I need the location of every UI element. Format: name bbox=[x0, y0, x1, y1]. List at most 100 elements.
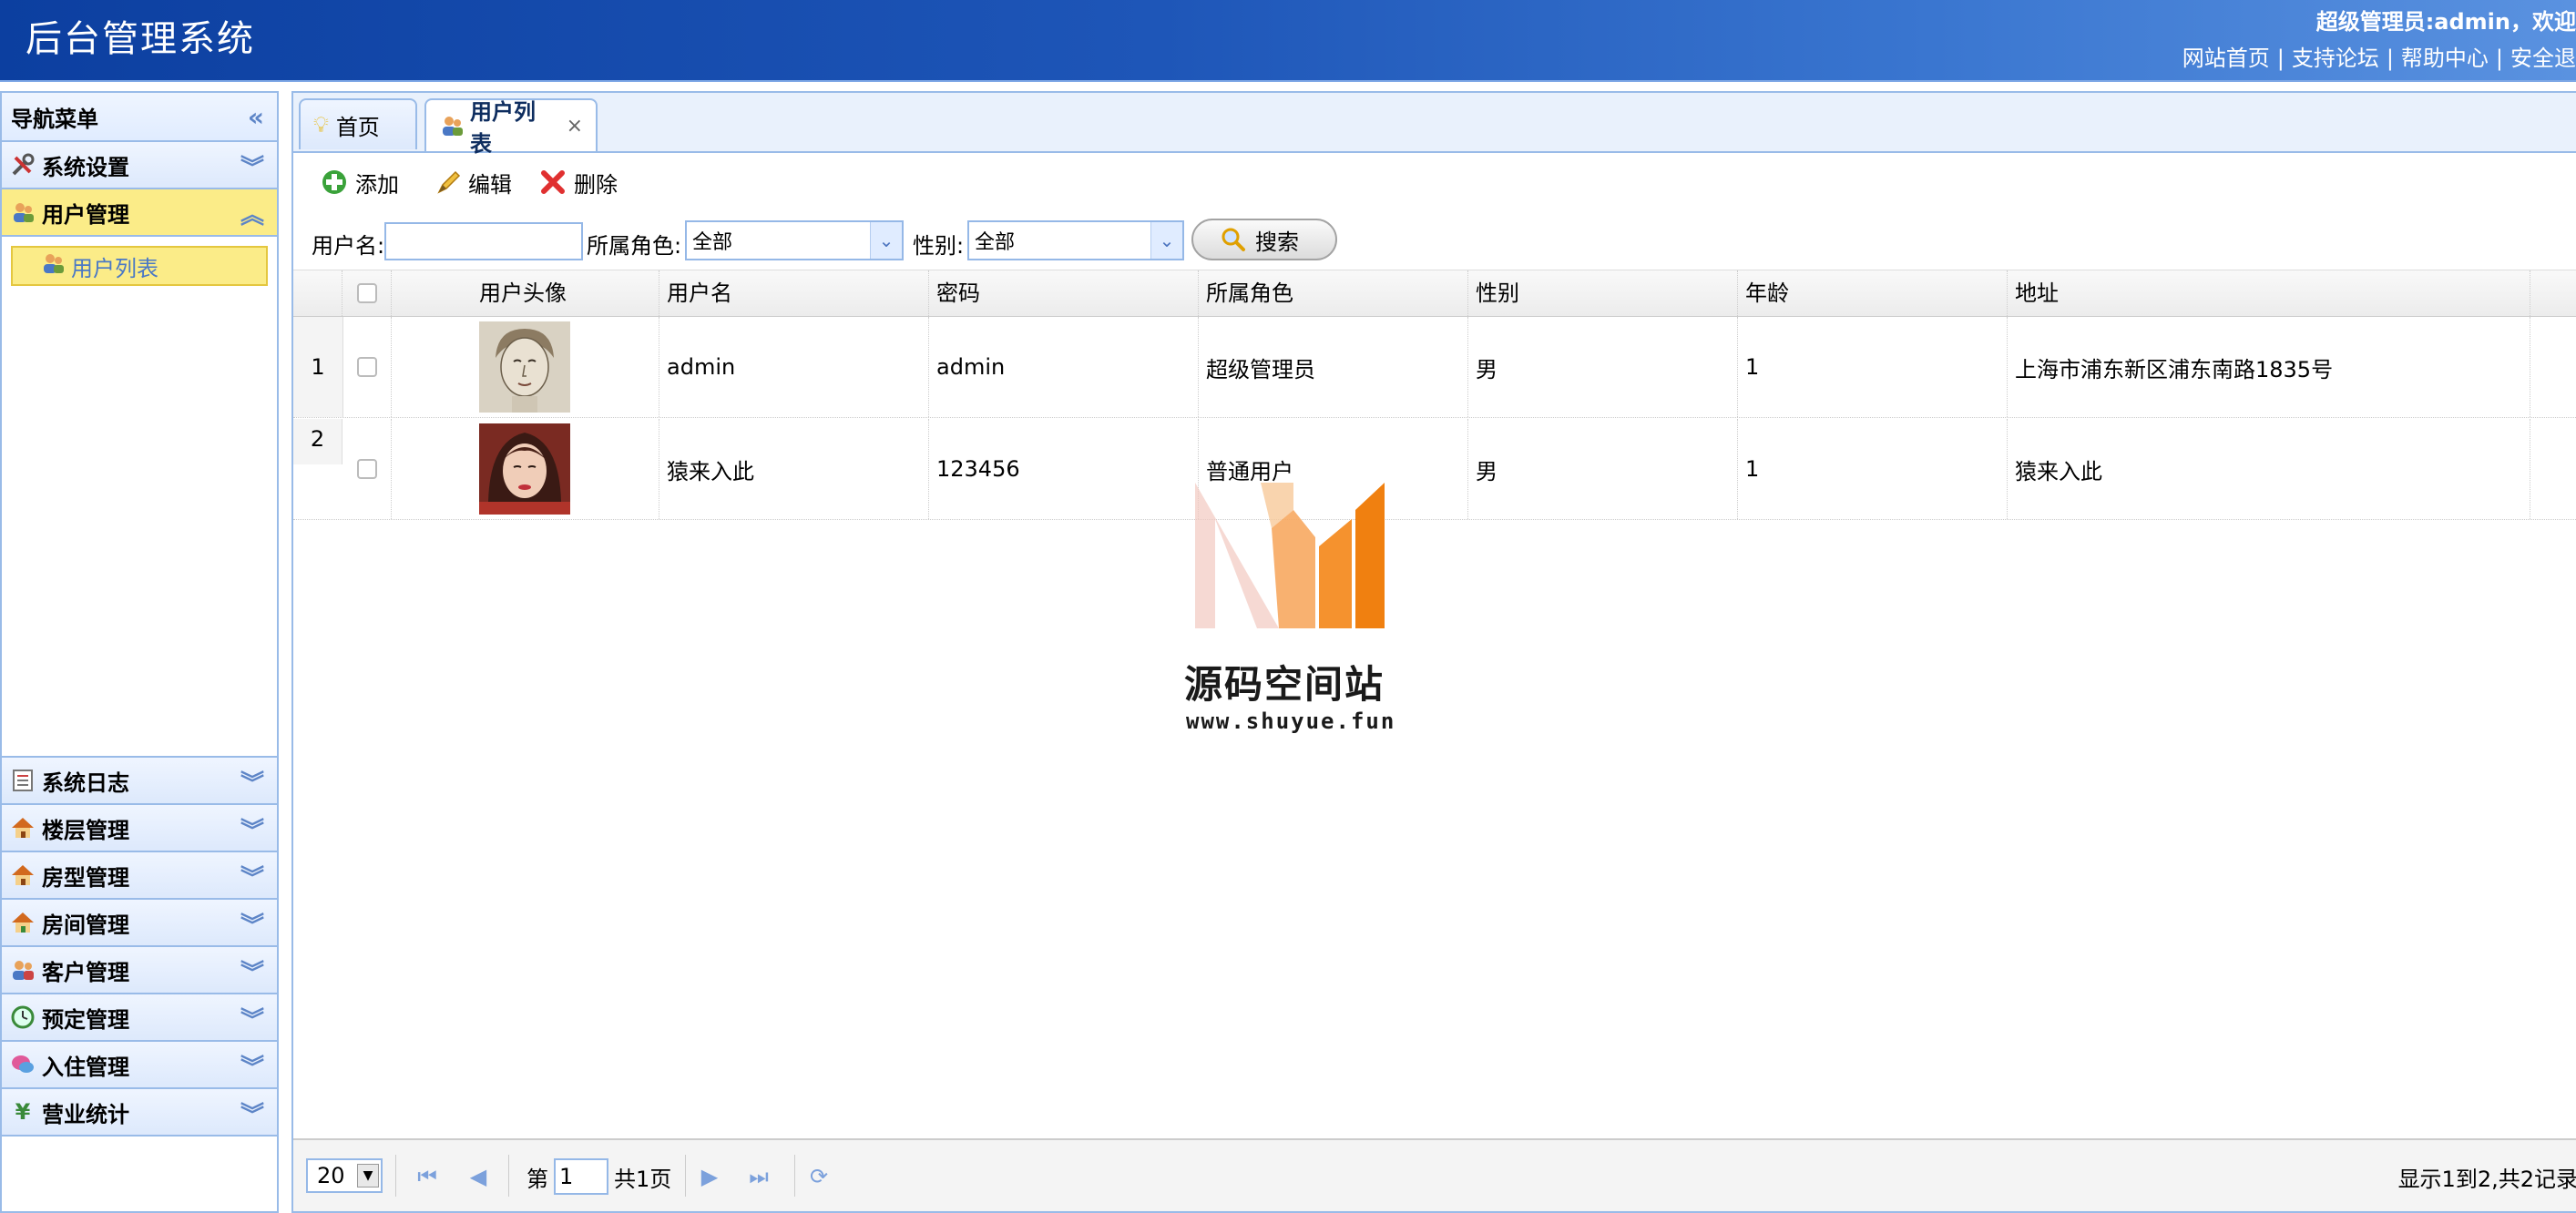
username-filter-input[interactable] bbox=[384, 222, 583, 260]
panel-label: 房型管理 bbox=[42, 864, 129, 891]
username-cell: admin bbox=[659, 317, 929, 417]
column-header-age[interactable]: 年龄 bbox=[1738, 270, 2008, 316]
link-support-forum[interactable]: 支持论坛 bbox=[2292, 46, 2379, 71]
username-filter-label: 用户名: bbox=[312, 233, 385, 259]
user-list-icon bbox=[439, 113, 465, 138]
first-page-icon[interactable]: ⏮︎ bbox=[412, 1158, 443, 1195]
gender-filter-value: 全部 bbox=[975, 231, 1016, 254]
tab-user-list[interactable]: 用户列表 × bbox=[424, 98, 598, 157]
address-cell: 上海市浦东新区浦东南路1835号 bbox=[2008, 317, 2530, 417]
chevron-down-icon: ︾ bbox=[240, 1007, 264, 1035]
search-filters: 用户名: 所属角色: 全部 ⌄ 性别: 全部 ⌄ 搜索 bbox=[293, 219, 2576, 264]
panel-revenue-stats[interactable]: ¥ 营业统计 ︾ bbox=[2, 1089, 277, 1137]
bulb-icon: 💡︎ bbox=[313, 112, 329, 138]
users-icon bbox=[9, 199, 36, 226]
column-header-avatar[interactable]: 用户头像 bbox=[392, 270, 659, 316]
pager-separator bbox=[508, 1155, 509, 1197]
clock-icon bbox=[9, 1004, 36, 1031]
sidebar-title: 导航菜单 bbox=[11, 106, 98, 132]
row-checkbox[interactable] bbox=[356, 357, 377, 377]
sidebar-item-user-list[interactable]: 用户列表 bbox=[11, 246, 268, 286]
address-cell: 猿来入此 bbox=[2008, 419, 2530, 519]
sidebar-header: 导航菜单 « bbox=[2, 93, 277, 142]
app-header: 后台管理系统 超级管理员:admin，欢迎 网站首页 | 支持论坛 | 帮助中心 | 安全退 bbox=[0, 0, 2576, 82]
avatar bbox=[479, 423, 570, 515]
chevron-down-icon: ︾ bbox=[240, 912, 264, 940]
select-all-checkbox[interactable] bbox=[356, 283, 377, 303]
add-icon bbox=[321, 168, 348, 196]
tab-bar: 💡︎ 首页 用户列表 × bbox=[293, 93, 2576, 157]
column-header-password[interactable]: 密码 bbox=[929, 270, 1199, 316]
last-page-icon[interactable]: ⏭︎ bbox=[743, 1158, 774, 1195]
panel-system-log[interactable]: 系统日志 ︾ bbox=[2, 758, 277, 805]
column-header-username[interactable]: 用户名 bbox=[659, 270, 929, 316]
table-row[interactable]: 1 admin admin 超级管理员 男 1 上海市浦东新区浦东南路1835号 bbox=[293, 317, 2576, 418]
page-number-input[interactable] bbox=[554, 1158, 608, 1195]
panel-room-type-management[interactable]: 房型管理 ︾ bbox=[2, 852, 277, 900]
row-checkbox[interactable] bbox=[356, 459, 377, 479]
link-site-home[interactable]: 网站首页 bbox=[2182, 46, 2270, 71]
chevron-down-icon: ⌄ bbox=[870, 222, 902, 259]
page-size-select[interactable]: 20 ▼ bbox=[306, 1158, 383, 1193]
page-prefix: 第 bbox=[526, 1166, 548, 1192]
password-cell: 123456 bbox=[929, 419, 1199, 519]
page-total: 共1页 bbox=[614, 1166, 672, 1192]
role-filter-select[interactable]: 全部 ⌄ bbox=[685, 220, 904, 260]
panel-label: 入住管理 bbox=[42, 1054, 129, 1080]
panel-system-settings[interactable]: 系统设置 ︾ bbox=[2, 142, 277, 189]
age-cell: 1 bbox=[1738, 419, 2008, 519]
panel-customer-management[interactable]: 客户管理 ︾ bbox=[2, 947, 277, 994]
panel-booking-management[interactable]: 预定管理 ︾ bbox=[2, 994, 277, 1042]
add-button[interactable]: 添加 bbox=[321, 166, 399, 199]
panel-label: 房间管理 bbox=[42, 912, 129, 938]
delete-label: 删除 bbox=[574, 171, 618, 198]
close-tab-icon[interactable]: × bbox=[567, 115, 583, 138]
link-help-center[interactable]: 帮助中心 bbox=[2401, 46, 2489, 71]
tab-label: 用户列表 bbox=[470, 99, 536, 157]
chevron-down-icon: ︾ bbox=[240, 960, 264, 987]
gender-cell: 男 bbox=[1468, 317, 1738, 417]
chevron-down-icon: ▼ bbox=[357, 1164, 379, 1188]
panel-user-management[interactable]: 用户管理 ︽ bbox=[2, 189, 277, 237]
table-row[interactable]: 2 猿来入此 123456 普通用户 男 1 猿来入此 bbox=[293, 419, 2576, 520]
edit-button[interactable]: 编辑 bbox=[435, 166, 512, 199]
panel-checkin-management[interactable]: 入住管理 ︾ bbox=[2, 1042, 277, 1089]
password-cell: admin bbox=[929, 317, 1199, 417]
avatar-cell bbox=[392, 419, 659, 519]
panel-label: 系统日志 bbox=[42, 770, 129, 796]
grid-header: 用户头像 用户名 密码 所属角色 性别 年龄 地址 bbox=[293, 270, 2576, 317]
chevron-down-icon: ︾ bbox=[240, 155, 264, 182]
checkin-icon bbox=[9, 1051, 36, 1078]
panel-floor-management[interactable]: 楼层管理 ︾ bbox=[2, 805, 277, 852]
add-label: 添加 bbox=[355, 171, 399, 198]
search-button[interactable]: 搜索 bbox=[1191, 219, 1337, 260]
refresh-icon[interactable]: ⟳ bbox=[803, 1158, 834, 1195]
tab-home[interactable]: 💡︎ 首页 bbox=[299, 98, 417, 149]
column-header-address[interactable]: 地址 bbox=[2008, 270, 2530, 316]
chevron-down-icon: ︾ bbox=[240, 818, 264, 845]
edit-label: 编辑 bbox=[468, 171, 512, 198]
user-management-submenu: 用户列表 bbox=[2, 237, 277, 758]
gender-filter-label: 性别: bbox=[913, 233, 965, 259]
panel-label: 营业统计 bbox=[42, 1101, 129, 1127]
gender-filter-select[interactable]: 全部 ⌄ bbox=[967, 220, 1184, 260]
next-page-icon[interactable]: ▶︎ bbox=[694, 1158, 725, 1195]
welcome-text: 超级管理员:admin，欢迎 bbox=[2315, 9, 2576, 35]
customers-icon bbox=[9, 956, 36, 984]
panel-room-management[interactable]: 房间管理 ︾ bbox=[2, 900, 277, 947]
avatar bbox=[479, 321, 570, 413]
pager-separator bbox=[794, 1155, 795, 1197]
watermark-url: www.shuyue.fun bbox=[1186, 708, 1396, 734]
delete-button[interactable]: 删除 bbox=[539, 166, 618, 199]
house-icon bbox=[9, 814, 36, 841]
username-cell: 猿来入此 bbox=[659, 419, 929, 519]
column-header-gender[interactable]: 性别 bbox=[1468, 270, 1738, 316]
column-header-role[interactable]: 所属角色 bbox=[1199, 270, 1468, 316]
link-logout[interactable]: 安全退 bbox=[2510, 46, 2576, 71]
yen-icon: ¥ bbox=[15, 1099, 31, 1125]
prev-page-icon[interactable]: ◀︎ bbox=[463, 1158, 494, 1195]
gender-cell: 男 bbox=[1468, 419, 1738, 519]
collapse-sidebar-icon[interactable]: « bbox=[248, 102, 264, 132]
record-summary: 显示1到2,共2记录 bbox=[2397, 1166, 2576, 1192]
log-icon bbox=[9, 767, 36, 794]
